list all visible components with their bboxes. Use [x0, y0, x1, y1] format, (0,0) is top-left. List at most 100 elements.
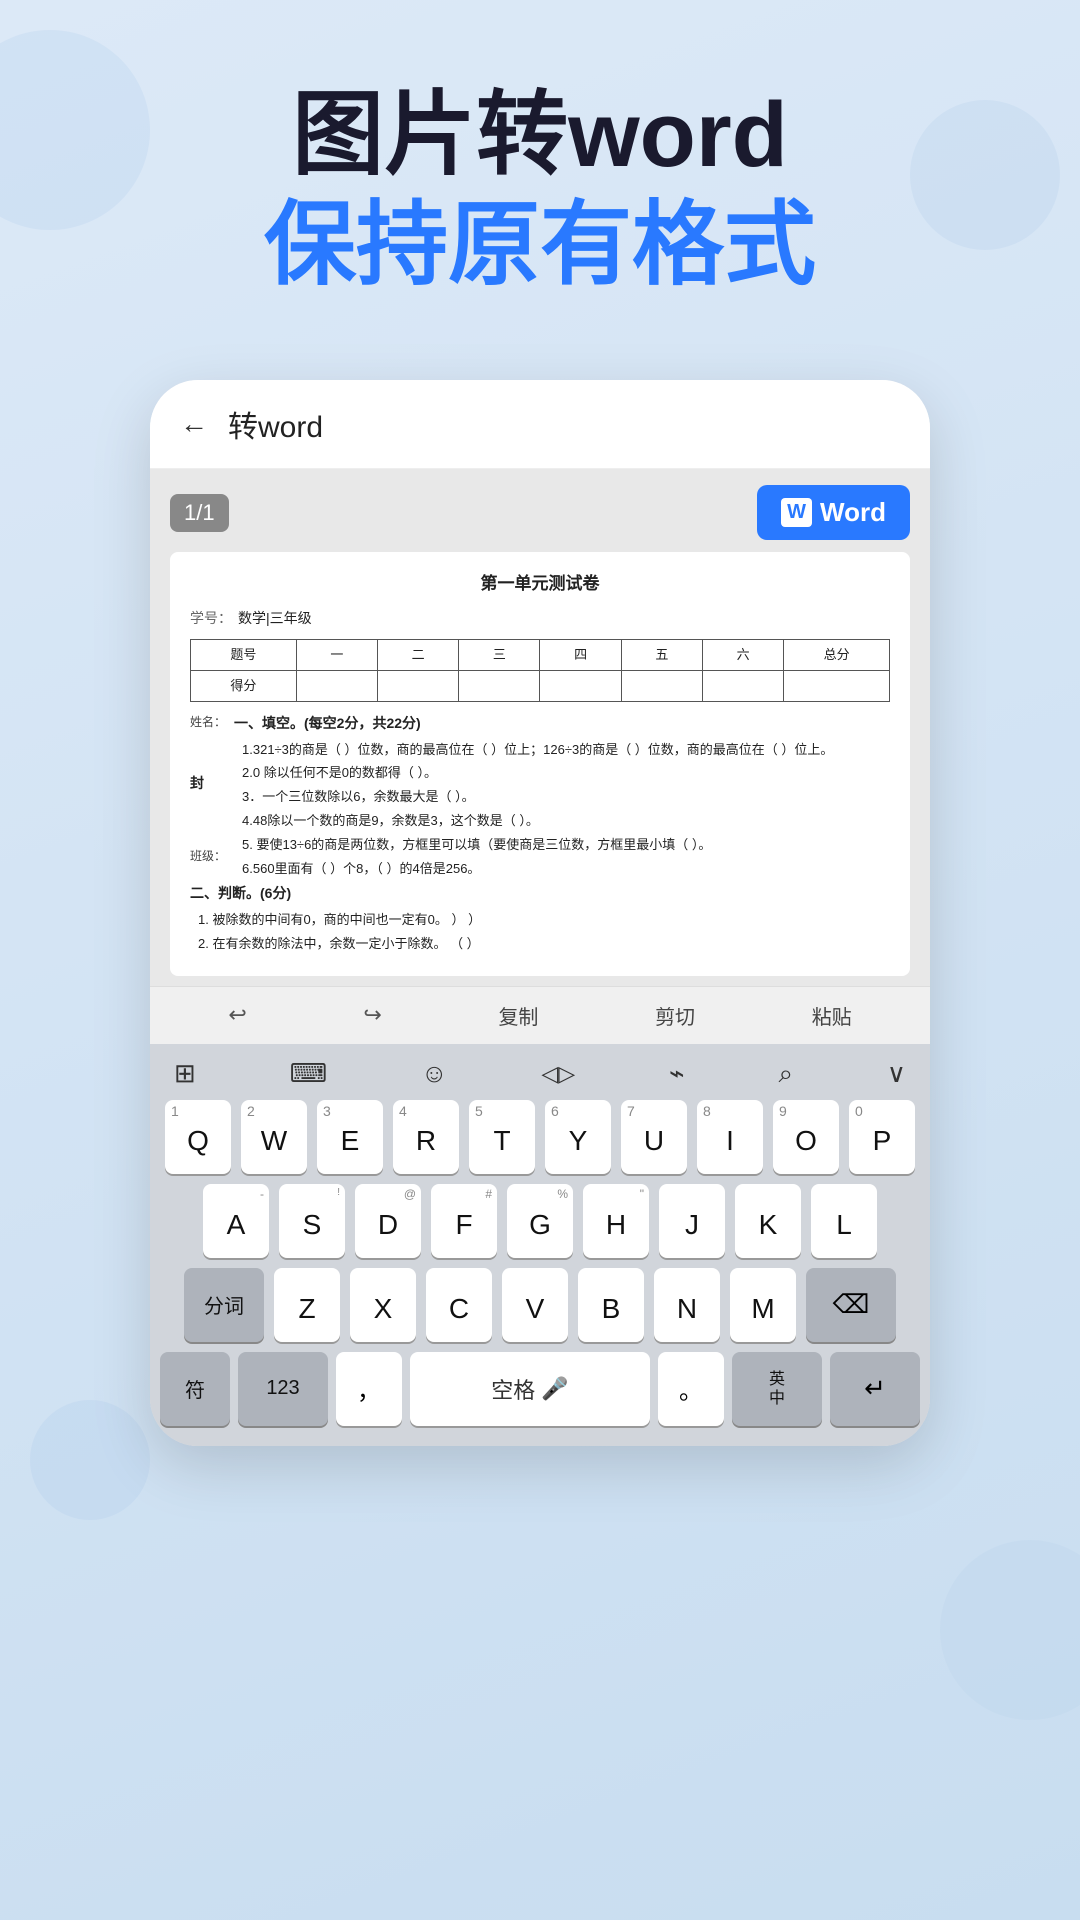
key-w[interactable]: 2W	[241, 1100, 307, 1174]
table-cell: 一	[296, 639, 377, 670]
key-fenci[interactable]: 分词	[184, 1268, 264, 1342]
key-u[interactable]: 7U	[621, 1100, 687, 1174]
judge-item-1: 1. 被除数的中间有0，商的中间也一定有0。 ） ）	[198, 910, 890, 931]
doc-item-3: 3．一个三位数除以6，余数最大是（ ）。	[242, 787, 890, 808]
doc-title: 第一单元测试卷	[190, 570, 890, 599]
table-cell: 三	[459, 639, 540, 670]
key-return[interactable]: ↵	[830, 1352, 920, 1426]
key-t[interactable]: 5T	[469, 1100, 535, 1174]
redo-button[interactable]: ↪	[363, 1002, 381, 1028]
key-p[interactable]: 0P	[849, 1100, 915, 1174]
app-topbar: ← 转word	[150, 380, 930, 469]
table-cell	[540, 670, 621, 701]
key-v[interactable]: V	[502, 1268, 568, 1342]
key-f[interactable]: #F	[431, 1184, 497, 1258]
keyboard-row-3: 分词 Z X C V B N M ⌫	[160, 1268, 920, 1342]
key-n[interactable]: N	[654, 1268, 720, 1342]
table-cell	[377, 670, 458, 701]
phone-mockup: ← 转word 1/1 W Word 第一单元测试卷 学号： 数学|三年级 题号…	[150, 380, 930, 1446]
section2-title: 二、判断。(6分)	[190, 882, 890, 906]
key-o[interactable]: 9O	[773, 1100, 839, 1174]
section1-area: 姓名： 封 班级： 一、填空。(每空2分，共22分) 1.321÷3的商是（ ）…	[190, 712, 890, 883]
table-cell: 五	[621, 639, 702, 670]
name-label: 姓名：	[190, 712, 226, 732]
key-x[interactable]: X	[350, 1268, 416, 1342]
table-cell	[703, 670, 784, 701]
key-123[interactable]: 123	[238, 1352, 328, 1426]
document-content: 第一单元测试卷 学号： 数学|三年级 题号 一 二 三 四 五 六 总分 得	[170, 552, 910, 976]
doc-item-1: 1.321÷3的商是（ ）位数，商的最高位在（ ）位上；126÷3的商是（ ）位…	[242, 740, 890, 761]
doc-item-2: 2.0 除以任何不是0的数都得（ ）。	[242, 763, 890, 784]
table-cell: 四	[540, 639, 621, 670]
key-s[interactable]: !S	[279, 1184, 345, 1258]
header-line2-prefix: 保持	[264, 194, 448, 296]
kb-icon-grid[interactable]: ⊞	[174, 1058, 196, 1089]
document-area: 1/1 W Word 第一单元测试卷 学号： 数学|三年级 题号 一 二 三 四	[150, 469, 930, 986]
name-value: 封	[190, 772, 226, 796]
header-line2: 保持原有格式	[0, 190, 1080, 300]
key-c[interactable]: C	[426, 1268, 492, 1342]
undo-button[interactable]: ↩	[228, 1002, 246, 1028]
kb-icon-emoji[interactable]: ☺	[421, 1058, 448, 1089]
key-j[interactable]: J	[659, 1184, 725, 1258]
score-table: 题号 一 二 三 四 五 六 总分 得分	[190, 639, 890, 702]
keyboard-top-row: ⊞ ⌨ ☺ ◁▷ ⌁ ⌕ ∨	[150, 1044, 930, 1100]
back-button[interactable]: ←	[180, 408, 208, 440]
copy-button[interactable]: 复制	[498, 1001, 538, 1030]
space-label: 空格	[491, 1373, 535, 1405]
edit-toolbar: ↩ ↪ 复制 剪切 粘贴	[150, 986, 930, 1044]
key-a[interactable]: -A	[203, 1184, 269, 1258]
key-i[interactable]: 8I	[697, 1100, 763, 1174]
kb-icon-collapse[interactable]: ∨	[887, 1058, 906, 1089]
keyboard-rows: 1Q 2W 3E 4R 5T 6Y 7U 8I 9O 0P -A !S @D #…	[150, 1100, 930, 1446]
key-b[interactable]: B	[578, 1268, 644, 1342]
key-d[interactable]: @D	[355, 1184, 421, 1258]
header-section: 图片转word 保持原有格式	[0, 80, 1080, 301]
key-y[interactable]: 6Y	[545, 1100, 611, 1174]
key-period[interactable]: 。	[658, 1352, 724, 1426]
key-fu[interactable]: 符	[160, 1352, 230, 1426]
word-export-button[interactable]: W Word	[757, 485, 910, 540]
word-button-label: Word	[820, 497, 886, 528]
table-cell	[784, 670, 890, 701]
subject-label: 学号：	[190, 607, 232, 631]
keyboard-area: ⊞ ⌨ ☺ ◁▷ ⌁ ⌕ ∨ 1Q 2W 3E 4R 5T 6Y 7U 8I 9…	[150, 1044, 930, 1446]
key-k[interactable]: K	[735, 1184, 801, 1258]
doc-subject-row: 学号： 数学|三年级	[190, 607, 890, 631]
header-line1: 图片转word	[0, 80, 1080, 190]
key-h[interactable]: "H	[583, 1184, 649, 1258]
key-space[interactable]: 空格 🎤	[410, 1352, 650, 1426]
table-cell: 题号	[191, 639, 297, 670]
side-notes: 姓名： 封 班级：	[190, 712, 226, 883]
doc-item-6: 6.560里面有（ ）个8，（ ）的4倍是256。	[242, 859, 890, 880]
key-comma[interactable]: ，	[336, 1352, 402, 1426]
key-z[interactable]: Z	[274, 1268, 340, 1342]
key-lang[interactable]: 英中	[732, 1352, 822, 1426]
table-cell: 六	[703, 639, 784, 670]
table-cell: 二	[377, 639, 458, 670]
key-e[interactable]: 3E	[317, 1100, 383, 1174]
judge-item-2: 2. 在有余数的除法中，余数一定小于除数。 （ ）	[198, 934, 890, 955]
paste-button[interactable]: 粘贴	[812, 1001, 852, 1030]
doc-item-5: 5. 要使13÷6的商是两位数，方框里可以填（要使商是三位数，方框里最小填（ ）…	[242, 835, 890, 856]
key-m[interactable]: M	[730, 1268, 796, 1342]
cut-button[interactable]: 剪切	[655, 1001, 695, 1030]
page-indicator: 1/1	[170, 494, 229, 532]
table-cell: 得分	[191, 670, 297, 701]
kb-icon-link[interactable]: ⌁	[669, 1058, 685, 1089]
kb-icon-cursor[interactable]: ◁▷	[541, 1061, 575, 1087]
key-q[interactable]: 1Q	[165, 1100, 231, 1174]
word-icon: W	[781, 498, 812, 527]
doc-item-4: 4.48除以一个数的商是9，余数是3，这个数是（ ）。	[242, 811, 890, 832]
keyboard-row-2: -A !S @D #F %G "H J K L	[160, 1184, 920, 1258]
topbar-title: 转word	[228, 402, 323, 446]
key-g[interactable]: %G	[507, 1184, 573, 1258]
class-label: 班级：	[190, 846, 226, 866]
kb-icon-keyboard[interactable]: ⌨	[290, 1058, 328, 1089]
table-cell	[621, 670, 702, 701]
key-delete[interactable]: ⌫	[806, 1268, 896, 1342]
doc-toolbar: 1/1 W Word	[170, 485, 910, 540]
key-r[interactable]: 4R	[393, 1100, 459, 1174]
key-l[interactable]: L	[811, 1184, 877, 1258]
kb-icon-search[interactable]: ⌕	[779, 1058, 794, 1090]
